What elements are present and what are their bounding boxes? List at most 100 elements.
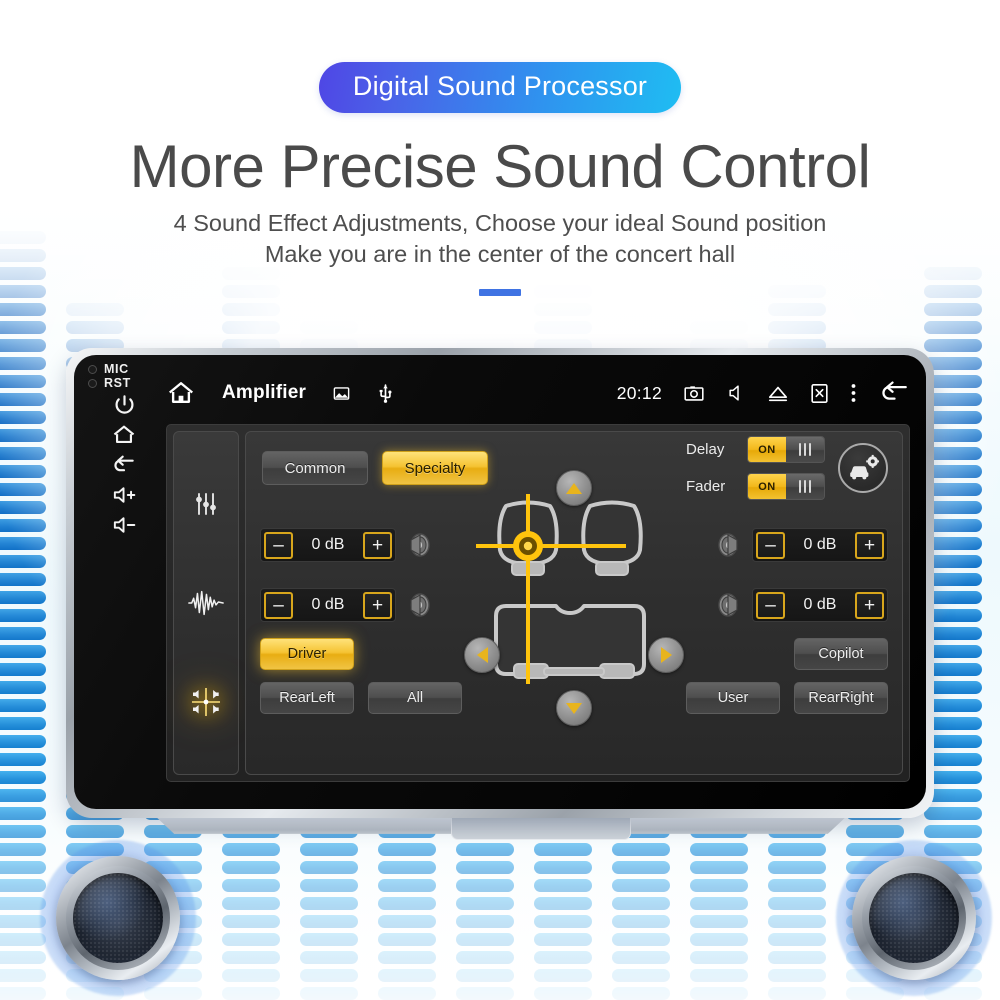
car-head-unit: MIC RST Amplifier 20:12 Common Specialty… bbox=[66, 348, 934, 848]
equalizer-bar-segment bbox=[0, 861, 46, 874]
tab-specialty[interactable]: Specialty bbox=[382, 451, 488, 485]
equalizer-bar-segment bbox=[0, 303, 46, 316]
pad-right-button[interactable] bbox=[648, 637, 684, 673]
equalizer-bar-segment bbox=[66, 321, 124, 334]
toggle-delay-switch[interactable]: ON bbox=[747, 436, 825, 463]
preset-rearright[interactable]: RearRight bbox=[794, 682, 888, 714]
sidebar-item-balance-fader[interactable] bbox=[180, 676, 232, 728]
speaker-gloss bbox=[869, 873, 959, 963]
preset-copilot[interactable]: Copilot bbox=[794, 638, 888, 670]
equalizer-bar-segment bbox=[534, 303, 592, 316]
speaker-icon bbox=[716, 591, 744, 619]
equalizer-bar-segment bbox=[222, 879, 280, 892]
equalizer-bar-column bbox=[0, 224, 46, 1000]
page-root: Digital Sound Processor More Precise Sou… bbox=[0, 0, 1000, 1000]
rear-right-value: 0 dB bbox=[803, 596, 837, 613]
front-right-plus-button[interactable]: + bbox=[855, 531, 884, 559]
equalizer-bar-segment bbox=[690, 969, 748, 982]
back-arrow-icon[interactable] bbox=[878, 379, 910, 407]
sidebar-item-sound-effect[interactable] bbox=[180, 577, 232, 629]
preset-all[interactable]: All bbox=[368, 682, 462, 714]
rst-indicator[interactable]: RST bbox=[88, 376, 160, 390]
front-left-stepper: – 0 dB + bbox=[260, 528, 396, 562]
pad-up-button[interactable] bbox=[556, 470, 592, 506]
home-icon[interactable] bbox=[166, 378, 196, 408]
equalizer-bar-segment bbox=[768, 321, 826, 334]
front-right-stepper: – 0 dB + bbox=[752, 528, 888, 562]
rst-hole-icon[interactable] bbox=[88, 378, 97, 388]
equalizer-bar-segment bbox=[534, 321, 592, 334]
equalizer-bar-segment bbox=[0, 753, 46, 766]
speaker-gloss bbox=[73, 873, 163, 963]
rear-right-stepper: – 0 dB + bbox=[752, 588, 888, 622]
equalizer-bar-segment bbox=[690, 933, 748, 946]
rear-left-plus-button[interactable]: + bbox=[363, 591, 392, 619]
equalizer-bar-segment bbox=[0, 627, 46, 640]
page-title: More Precise Sound Control bbox=[129, 133, 871, 200]
home-icon[interactable] bbox=[109, 420, 139, 450]
equalizer-bar-segment bbox=[222, 303, 280, 316]
equalizer-bar-segment bbox=[534, 897, 592, 910]
toggle-fader[interactable]: Fader ON bbox=[686, 473, 825, 500]
equalizer-bar-segment bbox=[66, 303, 124, 316]
equalizer-bar-segment bbox=[300, 969, 358, 982]
equalizer-bar-segment bbox=[0, 681, 46, 694]
equalizer-bar-segment bbox=[612, 915, 670, 928]
toggle-delay-label: Delay bbox=[686, 441, 725, 458]
speaker-mute-icon[interactable] bbox=[726, 383, 746, 403]
rear-left-value: 0 dB bbox=[311, 596, 345, 613]
equalizer-bar-segment bbox=[0, 843, 46, 856]
toggle-fader-switch[interactable]: ON bbox=[747, 473, 825, 500]
equalizer-bar-segment bbox=[534, 915, 592, 928]
rear-right-plus-button[interactable]: + bbox=[855, 591, 884, 619]
equalizer-bar-segment bbox=[456, 987, 514, 1000]
screen-off-icon[interactable] bbox=[810, 383, 829, 404]
volume-up-icon[interactable] bbox=[109, 480, 139, 510]
camera-icon[interactable] bbox=[683, 384, 705, 403]
preset-user[interactable]: User bbox=[686, 682, 780, 714]
more-vertical-icon[interactable] bbox=[850, 381, 857, 405]
power-icon[interactable] bbox=[109, 390, 139, 420]
front-right-minus-button[interactable]: – bbox=[756, 531, 785, 559]
sidebar-item-equalizer[interactable] bbox=[180, 478, 232, 530]
equalizer-bar-segment bbox=[456, 915, 514, 928]
equalizer-bar-segment bbox=[456, 897, 514, 910]
image-icon[interactable] bbox=[332, 384, 351, 403]
equalizer-bar-segment bbox=[0, 897, 46, 910]
tab-common[interactable]: Common bbox=[262, 451, 368, 485]
equalizer-bar-segment bbox=[222, 897, 280, 910]
equalizer-bar-segment bbox=[0, 609, 46, 622]
equalizer-bar-segment bbox=[0, 789, 46, 802]
channel-rear-left: – 0 dB + bbox=[260, 588, 432, 622]
preset-rearleft[interactable]: RearLeft bbox=[260, 682, 354, 714]
equalizer-bar-segment bbox=[768, 897, 826, 910]
equalizer-bar-segment bbox=[768, 303, 826, 316]
front-left-plus-button[interactable]: + bbox=[363, 531, 392, 559]
preset-driver[interactable]: Driver bbox=[260, 638, 354, 670]
toggle-delay[interactable]: Delay ON bbox=[686, 436, 825, 463]
back-arrow-icon[interactable] bbox=[109, 450, 139, 480]
volume-down-icon[interactable] bbox=[109, 510, 139, 540]
equalizer-bar-segment bbox=[768, 987, 826, 1000]
equalizer-bar-segment bbox=[768, 951, 826, 964]
equalizer-bar-segment bbox=[0, 699, 46, 712]
car-gear-icon[interactable] bbox=[838, 443, 888, 493]
equalizer-bar-segment bbox=[378, 933, 436, 946]
speaker-driver-icon-left bbox=[40, 840, 196, 996]
mic-hole-icon bbox=[88, 364, 97, 374]
pad-down-button[interactable] bbox=[556, 690, 592, 726]
pad-left-button[interactable] bbox=[464, 637, 500, 673]
toggle-group: Delay ON Fader ON bbox=[686, 436, 825, 500]
speaker-driver-icon-right bbox=[836, 840, 992, 996]
toggle-fader-label: Fader bbox=[686, 478, 726, 495]
rear-left-minus-button[interactable]: – bbox=[264, 591, 293, 619]
front-left-minus-button[interactable]: – bbox=[264, 531, 293, 559]
equalizer-bar-segment bbox=[378, 897, 436, 910]
mic-indicator: MIC bbox=[88, 362, 160, 376]
rear-right-minus-button[interactable]: – bbox=[756, 591, 785, 619]
front-right-value: 0 dB bbox=[803, 536, 837, 553]
eject-icon[interactable] bbox=[767, 384, 789, 403]
usb-icon[interactable] bbox=[377, 382, 394, 404]
equalizer-bar-segment bbox=[0, 951, 46, 964]
equalizer-bar-segment bbox=[378, 915, 436, 928]
